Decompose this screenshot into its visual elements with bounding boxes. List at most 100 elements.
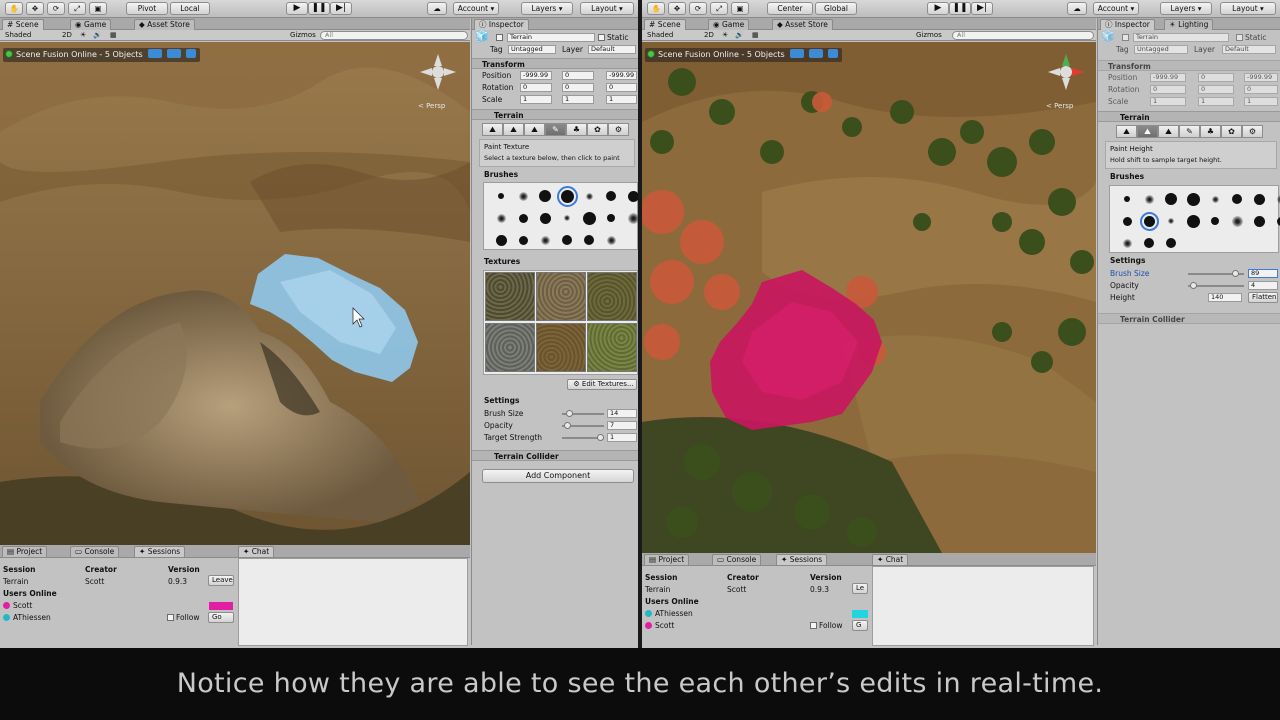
brush-thumbnail[interactable]	[1122, 216, 1132, 226]
rotation-x-field[interactable]: 0	[520, 83, 552, 92]
scale-z-field[interactable]: 1	[1244, 97, 1278, 106]
brush-size-slider[interactable]	[1188, 270, 1244, 277]
tab-inspector[interactable]: ⓘ Inspector	[474, 19, 529, 30]
tag-dropdown[interactable]: Untagged	[1134, 45, 1188, 54]
gizmos-dropdown[interactable]: Gizmos	[916, 30, 942, 40]
place-trees-tool[interactable]: ♣	[1200, 125, 1221, 138]
brush-size-slider[interactable]	[562, 410, 604, 417]
rect-tool-button[interactable]: ▣	[89, 2, 107, 15]
global-toggle[interactable]: Global	[815, 2, 857, 15]
pause-button[interactable]: ❚❚	[949, 2, 971, 15]
mode-2d-toggle[interactable]: 2D	[704, 30, 714, 40]
place-trees-tool[interactable]: ♣	[566, 123, 587, 136]
go-to-user-button[interactable]: G	[852, 620, 868, 631]
account-dropdown[interactable]: Account ▾	[453, 2, 499, 15]
target-strength-field[interactable]: 1	[607, 433, 637, 442]
layer-dropdown[interactable]: Default	[1222, 45, 1276, 54]
brush-thumbnail[interactable]	[606, 191, 616, 201]
transform-header[interactable]: Transform	[1098, 60, 1280, 71]
scene-orientation-gizmo[interactable]	[418, 52, 458, 92]
scale-tool-button[interactable]: ⤢	[68, 2, 86, 15]
center-toggle[interactable]: Center	[767, 2, 813, 15]
audio-toggle-icon[interactable]: 🔊	[735, 30, 744, 40]
position-x-field[interactable]: -999.99	[1150, 73, 1186, 82]
tab-sessions[interactable]: ✦ Sessions	[776, 554, 828, 565]
brush-thumbnail[interactable]	[607, 214, 615, 222]
brush-thumbnail[interactable]	[496, 213, 506, 223]
scale-z-field[interactable]: 1	[606, 95, 637, 104]
smooth-height-tool[interactable]: ⛰	[524, 123, 545, 136]
opacity-field[interactable]: 7	[607, 421, 637, 430]
brush-thumbnail[interactable]	[556, 185, 578, 207]
lighting-toggle-icon[interactable]: ☀	[722, 30, 728, 40]
static-check-box[interactable]	[598, 34, 605, 41]
terrain-component-header[interactable]: Terrain	[1098, 111, 1280, 122]
brush-thumbnail[interactable]	[1276, 216, 1280, 226]
paint-details-tool[interactable]: ✿	[1221, 125, 1242, 138]
brush-grid[interactable]	[483, 182, 638, 250]
effects-toggle-icon[interactable]: ▦	[110, 30, 117, 40]
tab-chat[interactable]: ✦ Chat	[872, 554, 909, 565]
brush-size-field[interactable]: 89	[1248, 269, 1278, 278]
opacity-knob[interactable]	[564, 422, 572, 429]
brush-thumbnail[interactable]	[540, 235, 550, 245]
layer-dropdown[interactable]: Default	[588, 45, 636, 54]
scene-viewport[interactable]: Scene Fusion Online - 5 Objects < Persp	[642, 42, 1096, 553]
position-x-field[interactable]: -999.99	[520, 71, 552, 80]
tab-asset-store[interactable]: ◆ Asset Store	[134, 19, 195, 30]
brush-thumbnail[interactable]	[518, 191, 528, 201]
layout-dropdown[interactable]: Layout ▾	[580, 2, 634, 15]
tab-lighting[interactable]: ☀ Lighting	[1164, 19, 1214, 30]
tab-asset-store[interactable]: ◆ Asset Store	[772, 19, 833, 30]
position-z-field[interactable]: -999.99	[1244, 73, 1278, 82]
paint-texture-tool[interactable]: ✎	[1179, 125, 1200, 138]
texture-swatch[interactable]	[587, 323, 637, 372]
tab-scene[interactable]: # Scene	[2, 19, 44, 30]
brush-thumbnail[interactable]	[1124, 196, 1130, 202]
tab-inspector[interactable]: ⓘ Inspector	[1100, 19, 1155, 30]
scale-tool-button[interactable]: ⤢	[710, 2, 728, 15]
paint-details-tool[interactable]: ✿	[587, 123, 608, 136]
rotation-z-field[interactable]: 0	[606, 83, 637, 92]
step-button[interactable]: ▶|	[971, 2, 993, 15]
paint-height-tool[interactable]: ⛰	[1137, 125, 1158, 138]
texture-swatch[interactable]	[485, 323, 535, 372]
texture-grid[interactable]	[483, 270, 638, 375]
tab-project[interactable]: ▤ Project	[644, 554, 690, 565]
brush-thumbnail[interactable]	[539, 212, 551, 224]
brush-grid[interactable]	[1109, 185, 1280, 253]
brush-thumbnail[interactable]	[564, 215, 570, 221]
add-component-button[interactable]: Add Component	[482, 469, 634, 483]
scene-viewport[interactable]: Scene Fusion Online - 5 Objects < Persp	[0, 42, 470, 545]
audio-toggle-icon[interactable]: 🔊	[93, 30, 102, 40]
brush-thumbnail[interactable]	[498, 193, 504, 199]
persp-label[interactable]: < Persp	[1046, 102, 1073, 110]
brush-thumbnail[interactable]	[1231, 215, 1243, 227]
tab-game[interactable]: ◉ Game	[70, 19, 112, 30]
active-check-box[interactable]	[496, 34, 503, 41]
brush-thumbnail[interactable]	[1144, 238, 1154, 248]
edit-textures-button[interactable]: ⚙ Edit Textures...	[567, 379, 637, 390]
texture-swatch[interactable]	[485, 272, 535, 321]
brush-thumbnail[interactable]	[1144, 194, 1154, 204]
brush-thumbnail[interactable]	[627, 190, 638, 202]
smooth-height-tool[interactable]: ⛰	[1158, 125, 1179, 138]
shading-mode-dropdown[interactable]: Shaded	[5, 30, 31, 40]
rotation-y-field[interactable]: 0	[1198, 85, 1234, 94]
brush-thumbnail[interactable]	[1253, 215, 1265, 227]
brush-thumbnail[interactable]	[582, 211, 596, 225]
brush-thumbnail[interactable]	[584, 235, 594, 245]
sf-settings-icon[interactable]	[185, 49, 196, 58]
position-z-field[interactable]: -999.99	[606, 71, 637, 80]
account-dropdown[interactable]: Account ▾	[1093, 2, 1139, 15]
leave-session-button[interactable]: Le	[852, 583, 868, 594]
terrain-settings-tool[interactable]: ⚙	[608, 123, 629, 136]
brush-thumbnail[interactable]	[562, 235, 572, 245]
brush-thumbnail[interactable]	[1168, 218, 1174, 224]
play-button[interactable]: ▶	[286, 2, 308, 15]
scale-y-field[interactable]: 1	[1198, 97, 1234, 106]
opacity-slider[interactable]	[562, 422, 604, 429]
rect-tool-button[interactable]: ▣	[731, 2, 749, 15]
sf-settings-icon[interactable]	[827, 49, 838, 58]
brush-size-knob[interactable]	[566, 410, 574, 417]
